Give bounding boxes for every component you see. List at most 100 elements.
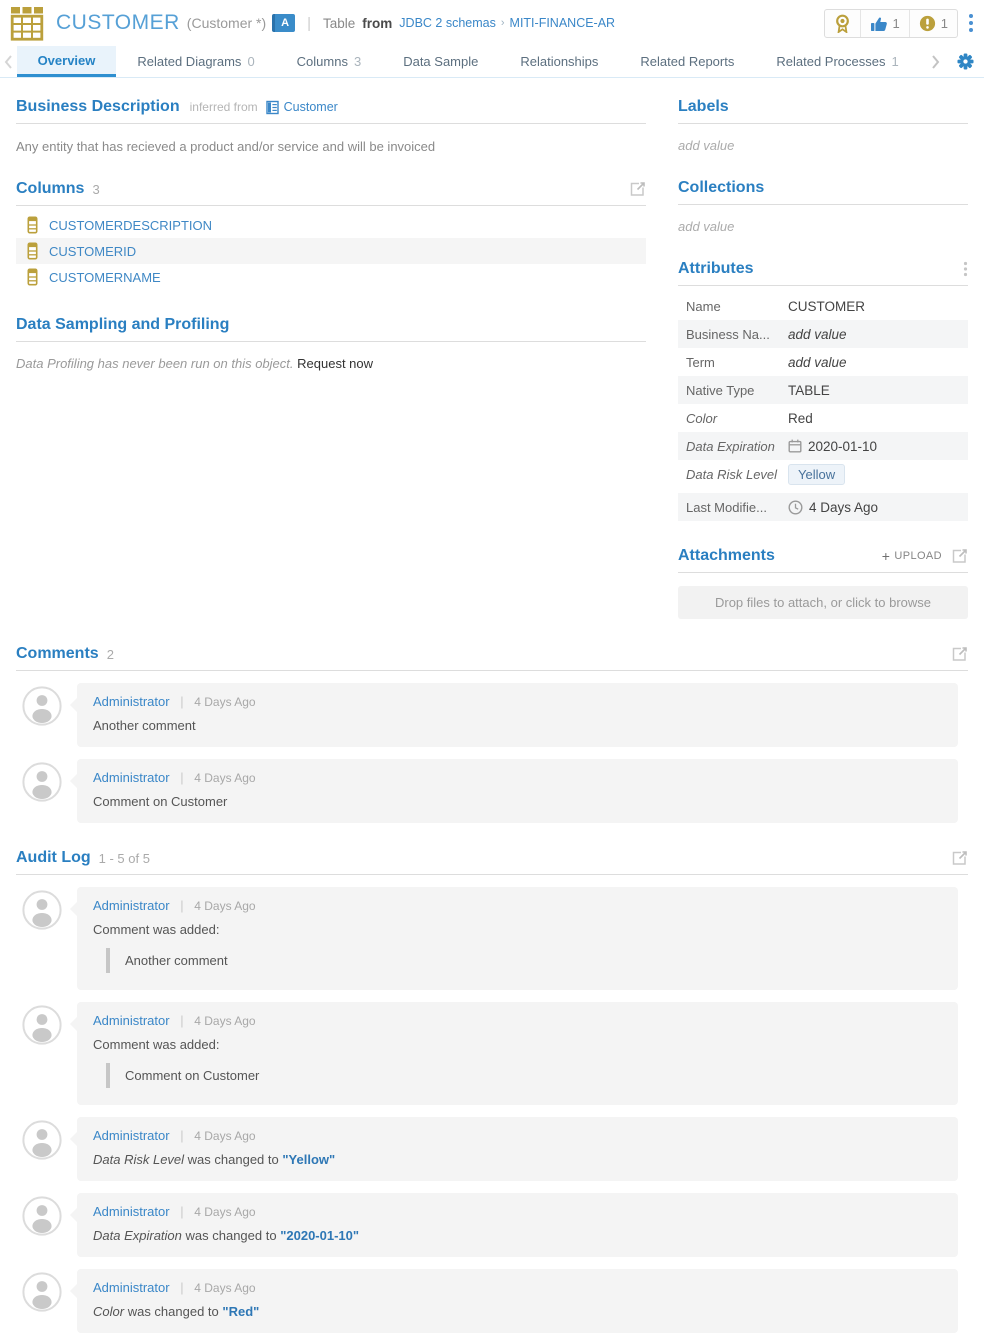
audit-action: was changed to — [188, 1152, 279, 1167]
audit-card: Administrator | 4 Days Ago Comment was a… — [77, 1002, 958, 1105]
audit-user-link[interactable]: Administrator — [93, 1280, 170, 1295]
attributes-section: Attributes Name CUSTOMER — [678, 260, 968, 521]
audit-time: 4 Days Ago — [194, 1281, 255, 1295]
audit-time: 4 Days Ago — [194, 899, 255, 913]
comment-user-link[interactable]: Administrator — [93, 694, 170, 709]
tab-columns[interactable]: Columns 3 — [276, 46, 383, 77]
business-description-text: Any entity that has recieved a product a… — [16, 124, 646, 154]
audit-entry: Administrator | 4 Days Ago Data Risk Lev… — [16, 1117, 968, 1181]
audit-attr-name: Color — [93, 1304, 124, 1319]
object-type-label: Table — [323, 16, 355, 31]
attr-row-data-expiration[interactable]: Data Expiration 2020-01-10 — [678, 432, 968, 460]
inferred-source-link[interactable]: Customer — [266, 100, 338, 115]
tab-data-sample[interactable]: Data Sample — [382, 46, 499, 77]
attr-row-term[interactable]: Term add value — [678, 348, 968, 376]
attachments-section: Attachments + UPLOAD — [678, 547, 968, 619]
column-row[interactable]: CUSTOMERNAME — [16, 264, 646, 290]
expand-icon[interactable] — [952, 548, 968, 564]
settings-gear-icon[interactable] — [951, 46, 984, 77]
tabs-scroll-left[interactable] — [0, 46, 17, 77]
business-term-icon — [266, 100, 279, 115]
upload-button[interactable]: + UPLOAD — [882, 548, 942, 564]
tab-related-reports[interactable]: Related Reports — [619, 46, 755, 77]
tab-label: Overview — [38, 53, 96, 68]
collections-add-value[interactable]: add value — [678, 205, 968, 234]
status-badge[interactable]: A — [272, 14, 295, 32]
breadcrumb-model-link[interactable]: MITI-FINANCE-AR — [510, 16, 616, 30]
request-now-link[interactable]: Request now — [297, 356, 373, 371]
endorse-button[interactable]: 1 — [861, 10, 910, 37]
expand-icon[interactable] — [952, 850, 968, 866]
audit-log-section: Audit Log 1 - 5 of 5 — [16, 849, 968, 1333]
tab-related-diagrams[interactable]: Related Diagrams 0 — [116, 46, 275, 77]
page-header: CUSTOMER (Customer *) A | Table from JDB… — [0, 0, 984, 46]
tab-label: Columns — [297, 54, 348, 69]
audit-new-value: "Red" — [222, 1304, 259, 1319]
audit-user-link[interactable]: Administrator — [93, 1204, 170, 1219]
attr-label: Data Expiration — [686, 439, 788, 454]
tab-count: 1 — [891, 54, 898, 69]
audit-new-value: "2020-01-10" — [280, 1228, 359, 1243]
issue-count: 1 — [941, 16, 948, 31]
attr-label: Data Risk Level — [686, 467, 788, 482]
labels-add-value[interactable]: add value — [678, 124, 968, 153]
audit-quote: Another comment — [106, 948, 942, 973]
attr-label: Native Type — [686, 383, 788, 398]
comment-user-link[interactable]: Administrator — [93, 770, 170, 785]
issue-button[interactable]: 1 — [910, 10, 957, 37]
profiling-section: Data Sampling and Profiling Data Profili… — [16, 316, 646, 371]
main-content: Business Description inferred from — [0, 78, 984, 1333]
labels-title: Labels — [678, 98, 729, 116]
inferred-from-label: inferred from — [190, 100, 258, 114]
audit-attr-name: Data Risk Level — [93, 1152, 184, 1167]
calendar-icon — [788, 439, 802, 453]
comment-item: Administrator | 4 Days Ago Another comme… — [16, 683, 968, 747]
audit-time: 4 Days Ago — [194, 1014, 255, 1028]
divider: | — [180, 1280, 183, 1295]
attr-row-data-risk-level[interactable]: Data Risk Level Yellow — [678, 460, 968, 488]
attr-row-color[interactable]: Color Red — [678, 404, 968, 432]
comment-time: 4 Days Ago — [194, 695, 255, 709]
tab-relationships[interactable]: Relationships — [499, 46, 619, 77]
audit-user-link[interactable]: Administrator — [93, 1128, 170, 1143]
audit-entry: Administrator | 4 Days Ago Color was cha… — [16, 1269, 968, 1333]
attachment-dropzone[interactable]: Drop files to attach, or click to browse — [678, 586, 968, 619]
tab-count: 0 — [247, 54, 254, 69]
audit-card: Administrator | 4 Days Ago Data Expirati… — [77, 1193, 958, 1257]
column-row[interactable]: CUSTOMERID — [16, 238, 646, 264]
attr-value-placeholder[interactable]: add value — [788, 327, 847, 342]
tab-related-processes[interactable]: Related Processes 1 — [755, 46, 919, 77]
breadcrumb-schema-link[interactable]: JDBC 2 schemas — [399, 16, 496, 30]
expand-icon[interactable] — [630, 181, 646, 197]
divider: | — [180, 898, 183, 913]
kebab-menu-icon[interactable] — [968, 13, 974, 33]
tab-overview[interactable]: Overview — [17, 46, 117, 77]
certify-button[interactable] — [825, 10, 861, 37]
audit-time: 4 Days Ago — [194, 1129, 255, 1143]
attr-row-business-name[interactable]: Business Na... add value — [678, 320, 968, 348]
tab-bar: Overview Related Diagrams 0 Columns 3 Da… — [0, 46, 984, 78]
comments-title: Comments — [16, 645, 99, 663]
endorse-count: 1 — [893, 16, 900, 31]
tabs-scroll-right[interactable] — [920, 46, 951, 77]
thumbs-up-icon — [870, 15, 888, 32]
column-row[interactable]: CUSTOMERDESCRIPTION — [16, 212, 646, 238]
expand-icon[interactable] — [952, 646, 968, 662]
page-title: CUSTOMER — [56, 11, 180, 35]
attributes-kebab-icon[interactable] — [963, 261, 968, 277]
exclamation-icon — [919, 15, 936, 32]
attr-row-last-modified: Last Modifie... 4 Days Ago — [678, 493, 968, 521]
attr-value-placeholder[interactable]: add value — [788, 355, 847, 370]
audit-user-link[interactable]: Administrator — [93, 898, 170, 913]
audit-log-range: 1 - 5 of 5 — [99, 851, 150, 866]
tab-label: Related Reports — [640, 54, 734, 69]
attachments-title: Attachments — [678, 547, 775, 565]
divider: | — [180, 1128, 183, 1143]
attr-value: Red — [788, 411, 813, 426]
audit-user-link[interactable]: Administrator — [93, 1013, 170, 1028]
risk-level-chip[interactable]: Yellow — [788, 464, 845, 485]
avatar — [22, 1196, 62, 1236]
from-label: from — [362, 16, 392, 31]
divider: | — [180, 1204, 183, 1219]
tab-count: 3 — [354, 54, 361, 69]
